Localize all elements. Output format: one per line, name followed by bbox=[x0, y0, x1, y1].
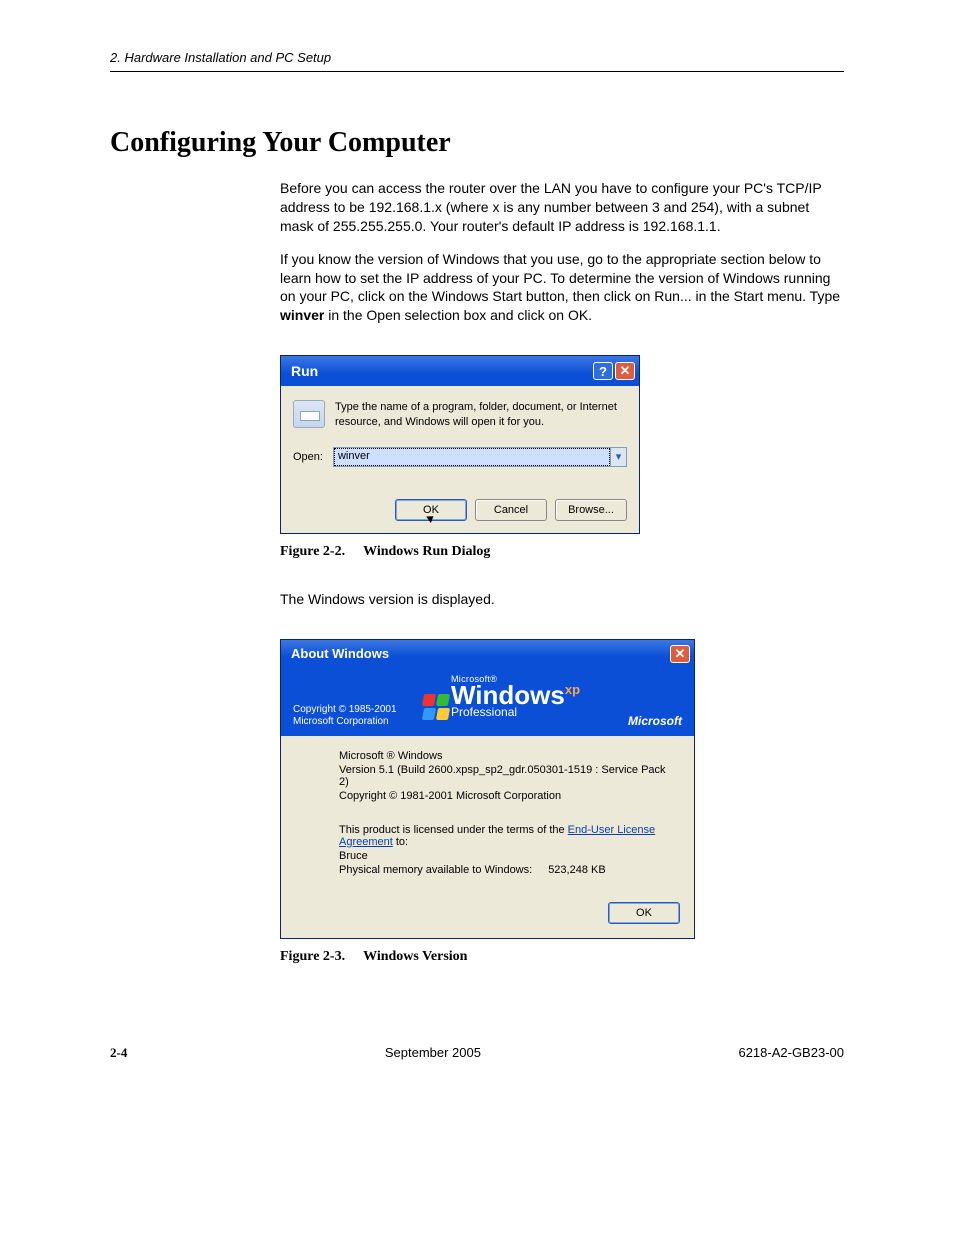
about-line-version: Version 5.1 (Build 2600.xpsp_sp2_gdr.050… bbox=[339, 764, 678, 788]
run-dialog: Run ? ✕ Type the name of a program, fold… bbox=[280, 355, 640, 534]
memory-label: Physical memory available to Windows: bbox=[339, 864, 532, 876]
licensed-user: Bruce bbox=[339, 850, 678, 862]
open-combobox[interactable]: winver ▾ bbox=[333, 447, 627, 467]
run-description: Type the name of a program, folder, docu… bbox=[335, 400, 627, 429]
section-title: Configuring Your Computer bbox=[110, 127, 844, 159]
footer-date: September 2005 bbox=[385, 1045, 481, 1061]
open-label: Open: bbox=[293, 451, 323, 463]
run-title: Run bbox=[291, 363, 591, 379]
paragraph-3: The Windows version is displayed. bbox=[280, 590, 844, 609]
open-value[interactable]: winver bbox=[334, 448, 610, 466]
winver-keyword: winver bbox=[280, 307, 324, 323]
running-header: 2. Hardware Installation and PC Setup bbox=[110, 50, 844, 72]
cancel-button[interactable]: Cancel bbox=[475, 499, 547, 521]
paragraph-1: Before you can access the router over th… bbox=[280, 179, 844, 236]
figure-2-2-caption: Figure 2-2.Windows Run Dialog bbox=[280, 544, 844, 560]
close-button[interactable]: ✕ bbox=[670, 645, 690, 663]
page-footer: 2-4 September 2005 6218-A2-GB23-00 bbox=[110, 1045, 844, 1061]
memory-value: 523,248 KB bbox=[548, 864, 606, 876]
windows-logo: Microsoft® Windowsxp Professional bbox=[451, 674, 580, 719]
page-number: 2-4 bbox=[110, 1045, 127, 1061]
run-icon bbox=[293, 400, 325, 428]
about-title: About Windows bbox=[291, 646, 668, 661]
about-line-copyright: Copyright © 1981-2001 Microsoft Corporat… bbox=[339, 790, 678, 802]
close-button[interactable]: ✕ bbox=[615, 362, 635, 380]
microsoft-brand: Microsoft bbox=[628, 714, 682, 728]
about-banner: Copyright © 1985-2001 Microsoft Corporat… bbox=[281, 668, 694, 736]
document-number: 6218-A2-GB23-00 bbox=[738, 1045, 844, 1061]
windows-flag-icon bbox=[423, 694, 453, 724]
help-button[interactable]: ? bbox=[593, 362, 613, 380]
banner-copyright-2: Microsoft Corporation bbox=[293, 716, 397, 728]
memory-row: Physical memory available to Windows: 523… bbox=[339, 864, 678, 876]
ok-button[interactable]: OK bbox=[395, 499, 467, 521]
run-titlebar[interactable]: Run ? ✕ bbox=[281, 356, 639, 386]
browse-button[interactable]: Browse... bbox=[555, 499, 627, 521]
ok-button[interactable]: OK bbox=[608, 902, 680, 924]
about-windows-dialog: About Windows ✕ Copyright © 1985-2001 Mi… bbox=[280, 639, 695, 939]
chevron-down-icon[interactable]: ▾ bbox=[610, 448, 626, 466]
paragraph-2: If you know the version of Windows that … bbox=[280, 250, 844, 326]
banner-copyright-1: Copyright © 1985-2001 bbox=[293, 704, 397, 716]
about-line-product: Microsoft ® Windows bbox=[339, 750, 678, 762]
figure-2-3-caption: Figure 2-3.Windows Version bbox=[280, 949, 844, 965]
about-license-text: This product is licensed under the terms… bbox=[339, 824, 678, 848]
about-titlebar[interactable]: About Windows ✕ bbox=[281, 640, 694, 668]
